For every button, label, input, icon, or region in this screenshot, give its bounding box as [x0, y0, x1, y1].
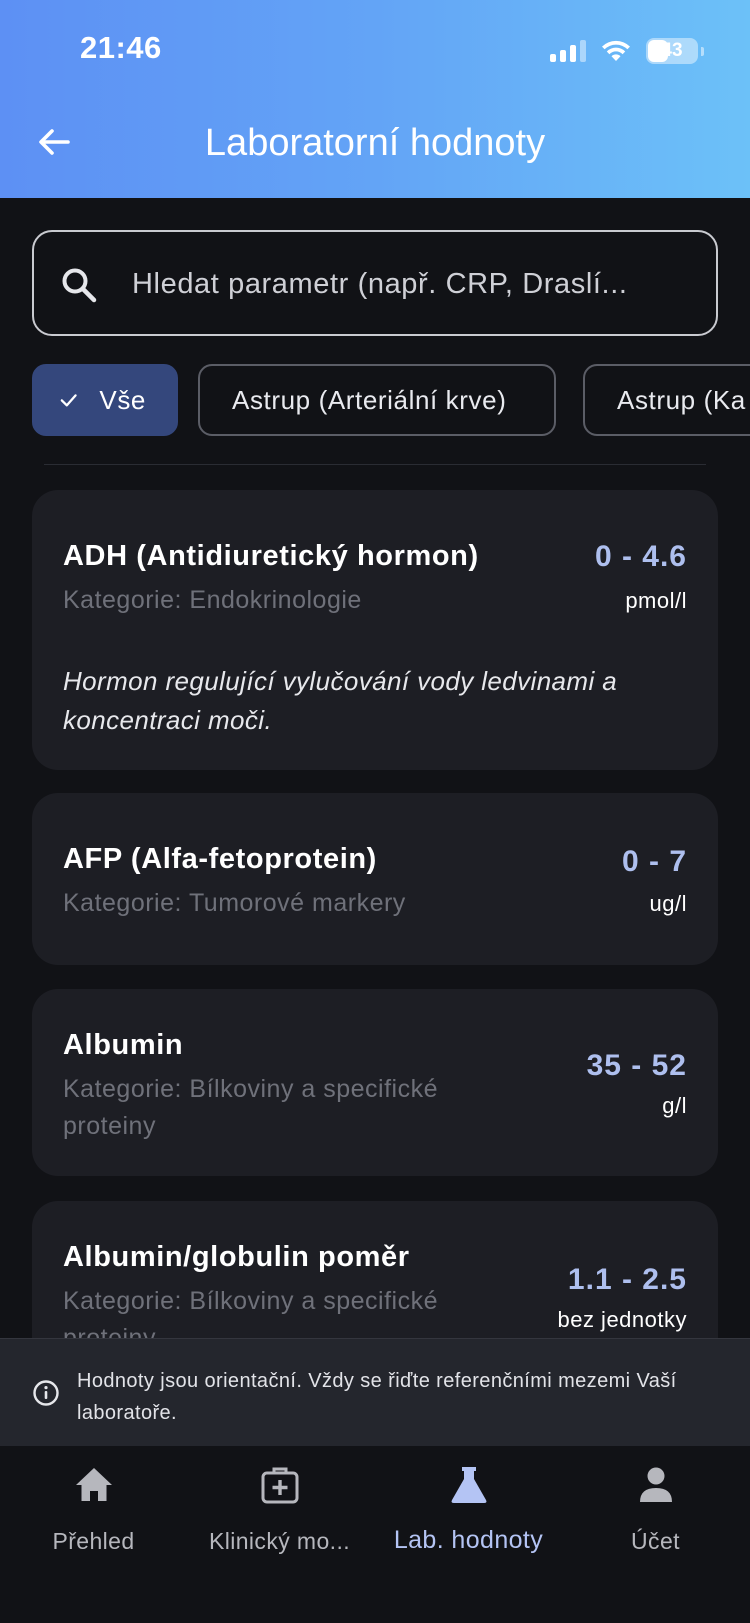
disclaimer-banner: Hodnoty jsou orientační. Vždy se řiďte r… — [0, 1338, 750, 1446]
parameter-category: Kategorie: Endokrinologie — [63, 586, 362, 614]
parameter-category: Kategorie: Tumorové markery — [63, 889, 406, 917]
page-title: Laboratorní hodnoty — [204, 122, 546, 164]
app-header: 21:46 43 Laboratorní hodnoty — [0, 0, 750, 198]
unit: g/l — [662, 1093, 687, 1118]
search-icon — [62, 268, 97, 303]
home-icon — [76, 1468, 112, 1501]
medical-kit-icon — [261, 1467, 299, 1504]
unit: ug/l — [649, 891, 687, 916]
filter-chips: Vše Astrup (Arteriální krve) Astrup (Ka — [32, 364, 750, 436]
search-input[interactable] — [132, 262, 702, 306]
battery-icon: 43 — [646, 38, 704, 64]
unit: bez jednotky — [557, 1307, 687, 1332]
flask-icon — [451, 1467, 487, 1503]
parameter-name: Albumin — [63, 1029, 184, 1061]
filter-chip-label: Astrup (Ka — [617, 384, 746, 415]
reference-range: 0 - 7 — [621, 845, 687, 878]
nav-item-account[interactable]: Účet — [562, 1464, 749, 1574]
nav-label: Lab. hodnoty — [393, 1526, 544, 1554]
filter-chip-label: Vše — [99, 384, 146, 415]
divider — [44, 464, 706, 465]
nav-item-clinical[interactable]: Klinický mo... — [186, 1464, 373, 1574]
parameter-name: AFP (Alfa-fetoprotein) — [63, 843, 377, 875]
filter-chip-astrup-capillary[interactable]: Astrup (Ka — [583, 364, 750, 436]
reference-range: 0 - 4.6 — [594, 540, 687, 573]
search-bar[interactable] — [32, 230, 718, 336]
lab-value-card[interactable]: Albumin Kategorie: Bílkoviny a specifick… — [32, 989, 718, 1176]
disclaimer-text: Hodnoty jsou orientační. Vždy se řiďte r… — [77, 1370, 677, 1424]
nav-item-overview[interactable]: Přehled — [0, 1464, 187, 1574]
parameter-name: Albumin/globulin poměr — [63, 1241, 410, 1273]
lab-value-card[interactable]: AFP (Alfa-fetoprotein) Kategorie: Tumoro… — [32, 793, 718, 965]
parameter-category: Kategorie: Bílkoviny a specifické protei… — [63, 1075, 439, 1140]
parameter-name: ADH (Antidiuretický hormon) — [63, 540, 479, 572]
nav-item-lab-values[interactable]: Lab. hodnoty — [375, 1464, 562, 1574]
reference-range: 35 - 52 — [586, 1049, 687, 1082]
filter-chip-astrup-arterial[interactable]: Astrup (Arteriální krve) — [198, 364, 556, 436]
nav-label: Klinický mo... — [208, 1528, 351, 1554]
unit: pmol/l — [625, 588, 687, 613]
check-icon — [60, 394, 77, 407]
bottom-navigation: Přehled Klinický mo... Lab. hodnoty Účet — [0, 1446, 750, 1623]
nav-label: Účet — [631, 1528, 680, 1554]
info-icon — [33, 1380, 59, 1406]
cellular-signal-icon — [550, 40, 586, 62]
nav-label: Přehled — [52, 1528, 135, 1554]
status-time: 21:46 — [80, 30, 162, 65]
filter-chip-all[interactable]: Vše — [32, 364, 178, 436]
person-icon — [640, 1467, 672, 1502]
reference-range: 1.1 - 2.5 — [567, 1263, 687, 1296]
battery-level: 43 — [661, 40, 683, 61]
filter-chip-label: Astrup (Arteriální krve) — [232, 384, 507, 415]
parameter-description: Hormon regulující vylučování vody ledvin… — [63, 666, 618, 735]
wifi-icon — [602, 40, 630, 61]
status-icons: 43 — [550, 36, 704, 66]
lab-value-card[interactable]: ADH (Antidiuretický hormon) Kategorie: E… — [32, 490, 718, 770]
